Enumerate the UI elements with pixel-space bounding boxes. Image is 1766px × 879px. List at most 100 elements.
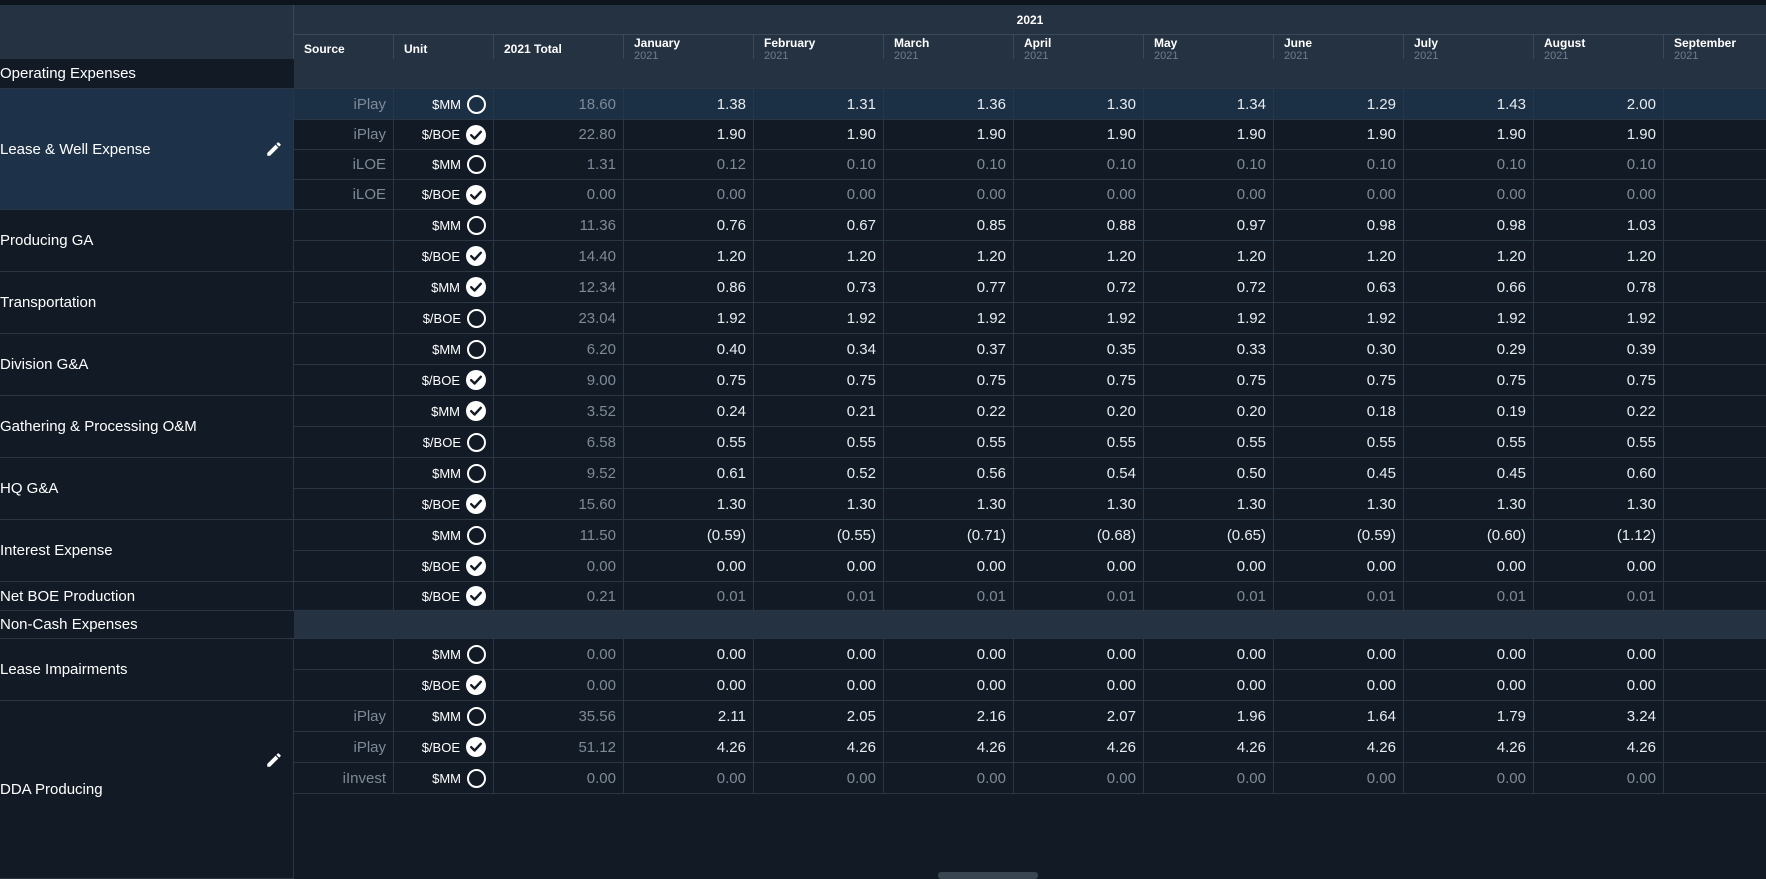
unchecked-circle-icon[interactable] bbox=[467, 768, 486, 788]
unchecked-circle-icon[interactable] bbox=[467, 432, 486, 452]
month-value-cell[interactable]: 2.16 bbox=[884, 701, 1014, 731]
month-value-cell[interactable]: 1.92 bbox=[1404, 303, 1534, 333]
row-group-label[interactable]: Producing GA bbox=[0, 210, 294, 272]
month-value-cell[interactable]: 0 bbox=[1664, 272, 1766, 302]
month-value-cell[interactable]: 0.77 bbox=[884, 272, 1014, 302]
horizontal-scrollbar[interactable] bbox=[938, 872, 1038, 879]
table-row[interactable]: iPlay $/BOE 51.12 4.26 4.26 4.26 4.26 4.26 4.26 4… bbox=[294, 732, 1766, 763]
month-value-cell[interactable]: 0.66 bbox=[1404, 272, 1534, 302]
unit-cell[interactable]: $MM bbox=[394, 458, 494, 488]
month-value-cell[interactable]: 1.90 bbox=[624, 120, 754, 149]
month-value-cell[interactable]: 0.21 bbox=[754, 396, 884, 426]
month-value-cell[interactable]: 1.30 bbox=[1534, 489, 1664, 519]
total-cell[interactable]: 9.52 bbox=[494, 458, 624, 488]
month-value-cell[interactable]: 1.92 bbox=[1534, 303, 1664, 333]
month-value-cell[interactable]: 0.67 bbox=[754, 210, 884, 240]
month-value-cell[interactable]: 1.90 bbox=[1144, 120, 1274, 149]
month-value-cell[interactable]: 1.30 bbox=[1014, 89, 1144, 119]
month-value-cell[interactable]: 0.55 bbox=[1404, 427, 1534, 457]
month-value-cell[interactable]: 1.31 bbox=[754, 89, 884, 119]
month-value-cell[interactable]: 1.30 bbox=[624, 489, 754, 519]
month-value-cell[interactable]: 2.05 bbox=[754, 701, 884, 731]
month-value-cell[interactable]: 0.76 bbox=[624, 210, 754, 240]
month-value-cell[interactable]: 0.00 bbox=[1144, 639, 1274, 669]
month-value-cell[interactable]: 0 bbox=[1664, 551, 1766, 581]
month-value-cell[interactable]: 2.00 bbox=[1534, 89, 1664, 119]
month-value-cell[interactable]: 0.10 bbox=[754, 150, 884, 179]
month-value-cell[interactable]: 0.00 bbox=[1014, 763, 1144, 793]
month-value-cell[interactable]: 4 bbox=[1664, 701, 1766, 731]
month-value-cell[interactable]: 1.92 bbox=[1274, 303, 1404, 333]
total-cell[interactable]: 23.04 bbox=[494, 303, 624, 333]
month-value-cell[interactable]: (1. bbox=[1664, 520, 1766, 550]
unchecked-circle-icon[interactable] bbox=[467, 94, 486, 114]
month-value-cell[interactable]: 0.00 bbox=[1404, 180, 1534, 209]
month-value-cell[interactable]: 1.30 bbox=[884, 489, 1014, 519]
row-group-label[interactable]: Net BOE Production bbox=[0, 582, 294, 611]
month-value-cell[interactable]: 1.92 bbox=[624, 303, 754, 333]
table-row[interactable]: $/BOE 23.04 1.92 1.92 1.92 1.92 1.92 1.92 1.92 1.… bbox=[294, 303, 1766, 334]
checked-circle-icon[interactable] bbox=[466, 184, 486, 205]
month-value-cell[interactable]: 0.00 bbox=[624, 763, 754, 793]
unit-cell[interactable]: $MM bbox=[394, 639, 494, 669]
month-value-cell[interactable]: 0.00 bbox=[1144, 670, 1274, 700]
month-value-cell[interactable]: 0.00 bbox=[1534, 180, 1664, 209]
checked-circle-icon[interactable] bbox=[466, 675, 486, 695]
month-value-cell[interactable]: 1.43 bbox=[1404, 89, 1534, 119]
month-value-cell[interactable]: 0.45 bbox=[1274, 458, 1404, 488]
month-value-cell[interactable]: 0.00 bbox=[1404, 551, 1534, 581]
unit-cell[interactable]: $/BOE bbox=[394, 180, 494, 209]
month-value-cell[interactable]: 0.01 bbox=[754, 582, 884, 610]
month-value-cell[interactable]: 0.75 bbox=[1014, 365, 1144, 395]
month-value-cell[interactable]: 0.00 bbox=[1404, 639, 1534, 669]
month-value-cell[interactable]: 0.52 bbox=[754, 458, 884, 488]
row-group-label[interactable]: Lease Impairments bbox=[0, 639, 294, 701]
month-value-cell[interactable]: 1.36 bbox=[884, 89, 1014, 119]
row-group-label[interactable]: HQ G&A bbox=[0, 458, 294, 520]
month-value-cell[interactable]: 0.00 bbox=[1274, 670, 1404, 700]
unit-cell[interactable]: $/BOE bbox=[394, 303, 494, 333]
month-value-cell[interactable]: 0.00 bbox=[884, 670, 1014, 700]
unit-cell[interactable]: $MM bbox=[394, 396, 494, 426]
table-row[interactable]: iLOE $MM 1.31 0.12 0.10 0.10 0.10 0.10 0.10 0.10 0… bbox=[294, 150, 1766, 180]
month-value-cell[interactable]: 0.00 bbox=[1014, 639, 1144, 669]
month-value-cell[interactable]: 0.56 bbox=[884, 458, 1014, 488]
checked-circle-icon[interactable] bbox=[466, 556, 486, 576]
month-value-cell[interactable]: 0.98 bbox=[1274, 210, 1404, 240]
month-value-cell[interactable]: 0.00 bbox=[1274, 551, 1404, 581]
checked-circle-icon[interactable] bbox=[466, 370, 486, 390]
month-value-cell[interactable]: 4.26 bbox=[884, 732, 1014, 762]
month-value-cell[interactable]: 1 bbox=[1664, 303, 1766, 333]
month-value-cell[interactable]: 0.75 bbox=[754, 365, 884, 395]
month-value-cell[interactable]: 1.90 bbox=[1014, 120, 1144, 149]
month-value-cell[interactable]: 1.30 bbox=[754, 489, 884, 519]
table-row[interactable]: $MM0.000.000.000.000.000.000.000.000.000 bbox=[294, 639, 1766, 670]
checked-circle-icon[interactable] bbox=[466, 124, 486, 145]
month-value-cell[interactable]: 1 bbox=[1664, 241, 1766, 271]
month-value-cell[interactable]: 0.55 bbox=[1534, 427, 1664, 457]
month-value-cell[interactable]: 0.01 bbox=[1144, 582, 1274, 610]
month-value-cell[interactable]: 1 bbox=[1664, 89, 1766, 119]
unit-cell[interactable]: $MM bbox=[394, 334, 494, 364]
month-value-cell[interactable]: 1 bbox=[1664, 489, 1766, 519]
table-row[interactable]: iPlay $MM 18.60 1.38 1.31 1.36 1.30 1.34 1.29 1.4… bbox=[294, 89, 1766, 120]
month-value-cell[interactable]: 0.20 bbox=[1014, 396, 1144, 426]
row-group-label[interactable]: DDA Producing bbox=[0, 701, 294, 879]
row-group-label[interactable]: Division G&A bbox=[0, 334, 294, 396]
month-value-cell[interactable]: 0.35 bbox=[1014, 334, 1144, 364]
row-group-label[interactable]: Interest Expense bbox=[0, 520, 294, 582]
checked-circle-icon[interactable] bbox=[466, 246, 486, 266]
unchecked-circle-icon[interactable] bbox=[467, 463, 486, 483]
month-value-cell[interactable]: 1.20 bbox=[1014, 241, 1144, 271]
month-value-cell[interactable]: 0.73 bbox=[754, 272, 884, 302]
month-value-cell[interactable]: 0.30 bbox=[1274, 334, 1404, 364]
table-row[interactable]: iInvest $MM 0.00 0.00 0.00 0.00 0.00 0.00 0.00 0.… bbox=[294, 763, 1766, 794]
total-cell[interactable]: 22.80 bbox=[494, 120, 624, 149]
month-value-cell[interactable]: 0.72 bbox=[1014, 272, 1144, 302]
month-value-cell[interactable]: 0.01 bbox=[884, 582, 1014, 610]
month-value-cell[interactable]: 0.78 bbox=[1534, 272, 1664, 302]
unit-cell[interactable]: $/BOE bbox=[394, 427, 494, 457]
month-value-cell[interactable]: 0.55 bbox=[1014, 427, 1144, 457]
unit-cell[interactable]: $MM bbox=[394, 763, 494, 793]
month-value-cell[interactable]: 0.01 bbox=[1404, 582, 1534, 610]
